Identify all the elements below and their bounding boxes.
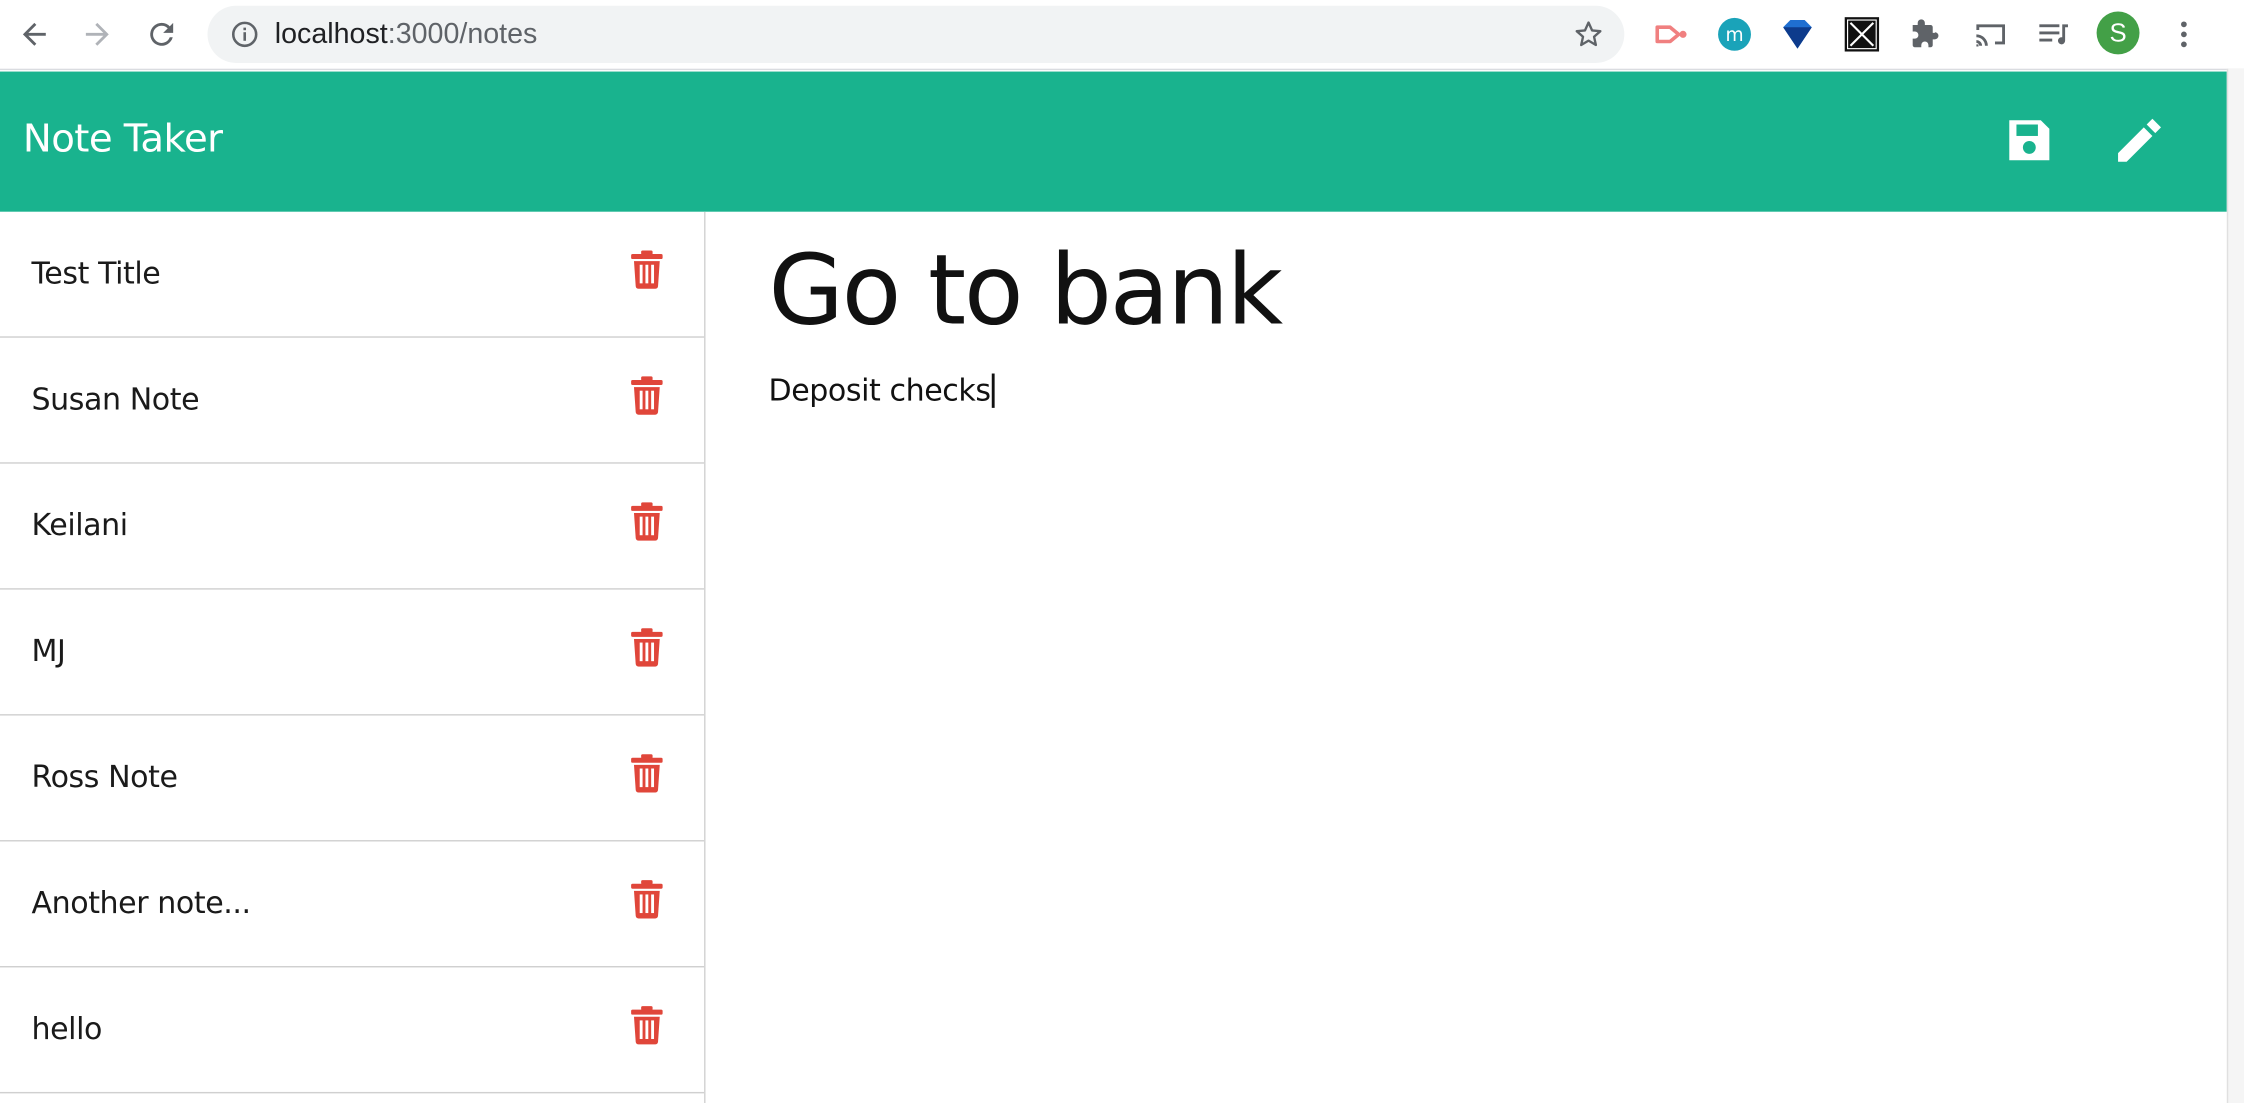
list-item[interactable]: Test Title: [0, 212, 705, 338]
note-text-input[interactable]: Deposit checks: [768, 373, 995, 408]
note-title[interactable]: Keilani: [31, 508, 128, 542]
note-title[interactable]: MJ: [31, 634, 65, 668]
text-caret: [992, 373, 995, 408]
note-title[interactable]: hello: [31, 1012, 102, 1046]
trash-icon[interactable]: [630, 375, 664, 415]
reload-icon[interactable]: [145, 17, 179, 51]
trash-icon[interactable]: [630, 249, 664, 289]
note-title[interactable]: Ross Note: [31, 760, 178, 794]
list-item[interactable]: Ross Note: [0, 716, 705, 842]
profile-avatar[interactable]: S: [2096, 11, 2140, 55]
notes-list: Test Title Susan Note Keilani MJ Ross No…: [0, 211, 706, 1103]
note-editor: Go to bank Deposit checks: [705, 211, 2227, 1103]
save-icon[interactable]: [2001, 112, 2058, 169]
pencil-icon[interactable]: [2111, 112, 2168, 169]
bookmark-star-icon[interactable]: [1573, 19, 1604, 50]
list-item[interactable]: MJ: [0, 590, 705, 716]
url-host: localhost: [274, 18, 388, 51]
browser-menu-icon[interactable]: [2167, 17, 2201, 51]
window-edge: [2226, 68, 2244, 1103]
address-bar[interactable]: localhost:3000/notes: [207, 5, 1625, 63]
svg-text:m: m: [1725, 25, 1743, 46]
browser-viewport: localhost:3000/notes m S Note Taker Test…: [0, 0, 2244, 1103]
puzzle-icon[interactable]: [1908, 16, 1945, 53]
list-item[interactable]: Susan Note: [0, 338, 705, 464]
trash-icon[interactable]: [630, 879, 664, 919]
back-arrow-icon[interactable]: [17, 17, 51, 51]
list-item[interactable]: Keilani: [0, 464, 705, 590]
trash-icon[interactable]: [630, 627, 664, 667]
record-icon[interactable]: [1652, 16, 1689, 53]
note-title[interactable]: Test Title: [31, 256, 160, 290]
list-item[interactable]: Another note...: [0, 841, 705, 968]
trash-icon[interactable]: [630, 753, 664, 793]
m-extension-icon[interactable]: m: [1716, 16, 1753, 53]
diamond-extension-icon[interactable]: [1779, 16, 1816, 53]
browser-toolbar: localhost:3000/notes m S: [0, 0, 2244, 71]
url-text: localhost:3000/notes: [275, 20, 538, 49]
list-item[interactable]: hello: [0, 967, 705, 1094]
trash-icon[interactable]: [630, 1005, 664, 1045]
trash-icon[interactable]: [630, 501, 664, 541]
note-title-input[interactable]: Go to bank: [769, 235, 1284, 348]
media-queue-icon[interactable]: [2035, 16, 2072, 53]
note-text: Deposit checks: [768, 373, 992, 408]
cast-icon[interactable]: [1972, 16, 2009, 53]
x-extension-icon[interactable]: [1843, 16, 1880, 53]
note-title[interactable]: Susan Note: [31, 382, 199, 416]
app-header: Note Taker: [0, 71, 2227, 212]
forward-arrow-icon[interactable]: [80, 17, 114, 51]
app-title[interactable]: Note Taker: [23, 117, 223, 161]
note-title[interactable]: Another note...: [31, 886, 251, 920]
url-path: :3000/notes: [387, 18, 538, 51]
site-info-icon[interactable]: [230, 20, 259, 49]
